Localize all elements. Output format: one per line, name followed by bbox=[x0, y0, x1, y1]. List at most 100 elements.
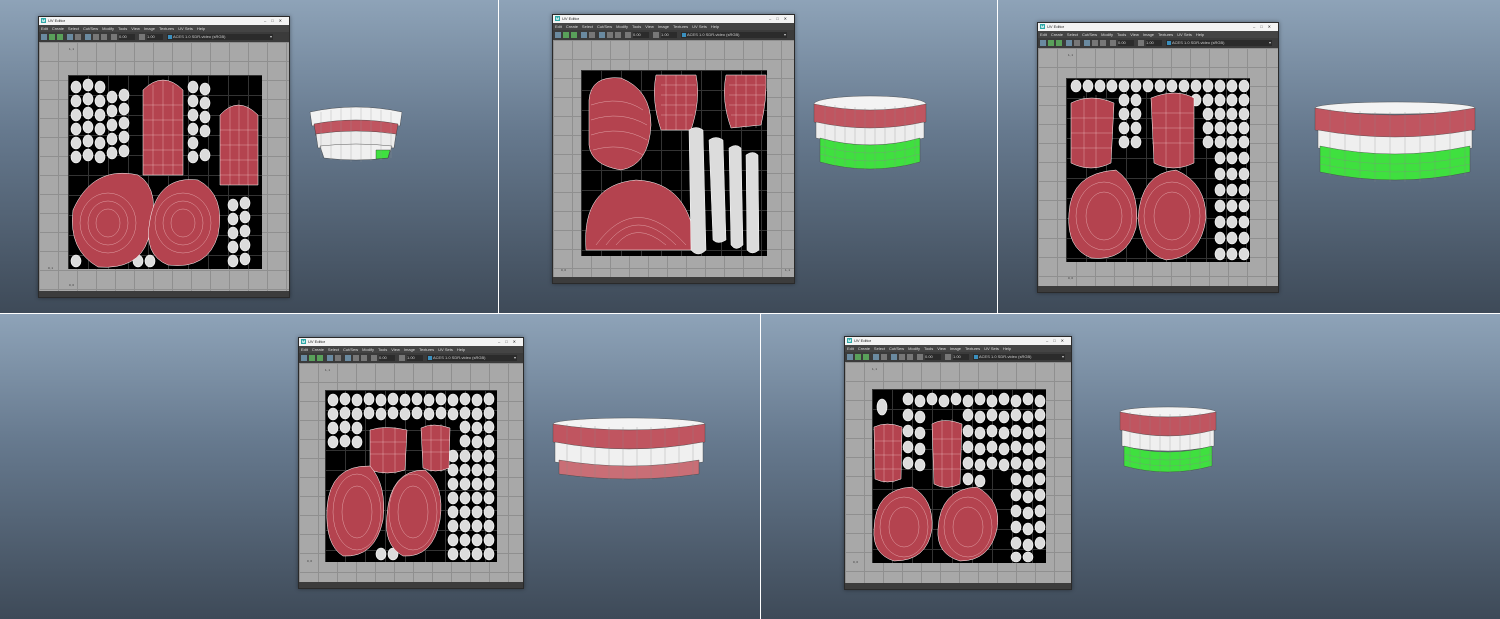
menu-select[interactable]: Select bbox=[68, 26, 79, 31]
mesh-preview-5[interactable] bbox=[1116, 406, 1220, 476]
menu-uv-sets[interactable]: UV Sets bbox=[1177, 32, 1192, 37]
menu-tools[interactable]: Tools bbox=[118, 26, 127, 31]
menu-edit[interactable]: Edit bbox=[1040, 32, 1047, 37]
snap-tool-icon[interactable] bbox=[599, 32, 605, 38]
grid-tool-icon[interactable] bbox=[335, 355, 341, 361]
title-bar[interactable]: M UV Editor –□✕ bbox=[1038, 23, 1278, 31]
menu-view[interactable]: View bbox=[391, 347, 400, 352]
menu-tools[interactable]: Tools bbox=[632, 24, 641, 29]
texture-tool-icon[interactable] bbox=[1048, 40, 1054, 46]
shaded-tool-icon[interactable] bbox=[57, 34, 63, 40]
display-tool-icon[interactable] bbox=[1066, 40, 1072, 46]
uv-viewport[interactable]: 1, 1 0, 0 bbox=[1038, 48, 1278, 286]
exposure-icon[interactable] bbox=[111, 34, 117, 40]
menu-edit[interactable]: Edit bbox=[41, 26, 48, 31]
title-bar[interactable]: M UV Editor –□✕ bbox=[299, 338, 523, 346]
colorspace-dropdown[interactable]: ACES 1.0 SDR-video (sRGB) bbox=[973, 354, 1065, 360]
uv-editor-window[interactable]: M UV Editor –□✕ Edit Create Select Cut/Sew M… bbox=[844, 336, 1072, 590]
menu-help[interactable]: Help bbox=[197, 26, 205, 31]
menu-image[interactable]: Image bbox=[658, 24, 669, 29]
refresh-tool-icon[interactable] bbox=[101, 34, 107, 40]
uv-tile[interactable] bbox=[581, 70, 767, 256]
texture-tool-icon[interactable] bbox=[309, 355, 315, 361]
isolate-tool-icon[interactable] bbox=[353, 355, 359, 361]
menu-modify[interactable]: Modify bbox=[1101, 32, 1113, 37]
menu-create[interactable]: Create bbox=[312, 347, 324, 352]
menu-textures[interactable]: Textures bbox=[159, 26, 174, 31]
menu-view[interactable]: View bbox=[1130, 32, 1139, 37]
isolate-tool-icon[interactable] bbox=[607, 32, 613, 38]
menu-create[interactable]: Create bbox=[52, 26, 64, 31]
colorspace-dropdown[interactable]: ACES 1.0 SDR-video (sRGB) bbox=[167, 34, 273, 40]
menu-cut-sew[interactable]: Cut/Sew bbox=[597, 24, 612, 29]
menu-edit[interactable]: Edit bbox=[555, 24, 562, 29]
uv-viewport[interactable]: 1, 1 0, 1 0, 0 bbox=[39, 42, 289, 291]
isolate-tool-icon[interactable] bbox=[899, 354, 905, 360]
menu-create[interactable]: Create bbox=[858, 346, 870, 351]
refresh-tool-icon[interactable] bbox=[615, 32, 621, 38]
menu-image[interactable]: Image bbox=[950, 346, 961, 351]
refresh-tool-icon[interactable] bbox=[361, 355, 367, 361]
colorspace-dropdown[interactable]: ACES 1.0 SDR-video (sRGB) bbox=[1166, 40, 1272, 46]
display-tool-icon[interactable] bbox=[873, 354, 879, 360]
menu-view[interactable]: View bbox=[937, 346, 946, 351]
menu-cut-sew[interactable]: Cut/Sew bbox=[889, 346, 904, 351]
gamma-icon[interactable] bbox=[653, 32, 659, 38]
shaded-tool-icon[interactable] bbox=[317, 355, 323, 361]
display-tool-icon[interactable] bbox=[327, 355, 333, 361]
menu-help[interactable]: Help bbox=[1196, 32, 1204, 37]
menu-help[interactable]: Help bbox=[457, 347, 465, 352]
texture-tool-icon[interactable] bbox=[563, 32, 569, 38]
uv-tool-icon[interactable] bbox=[555, 32, 561, 38]
uv-tool-icon[interactable] bbox=[847, 354, 853, 360]
window-controls[interactable]: –□✕ bbox=[769, 15, 792, 23]
uv-viewport[interactable]: 1, 1 0, 0 bbox=[845, 362, 1071, 583]
uv-tile[interactable] bbox=[68, 75, 262, 269]
menu-uv-sets[interactable]: UV Sets bbox=[984, 346, 999, 351]
exposure-icon[interactable] bbox=[1110, 40, 1116, 46]
gamma-field[interactable]: 1.00 bbox=[1146, 40, 1162, 46]
menu-textures[interactable]: Textures bbox=[965, 346, 980, 351]
colorspace-dropdown[interactable]: ACES 1.0 SDR-video (sRGB) bbox=[427, 355, 517, 361]
uv-editor-window[interactable]: M UV Editor –□✕ Edit Create Select Cut/Sew M… bbox=[38, 16, 290, 298]
menu-create[interactable]: Create bbox=[1051, 32, 1063, 37]
menu-view[interactable]: View bbox=[645, 24, 654, 29]
exposure-field[interactable]: 0.00 bbox=[925, 354, 941, 360]
uv-viewport[interactable]: 0, 0 1, 1 bbox=[553, 40, 794, 277]
display-tool-icon[interactable] bbox=[67, 34, 73, 40]
grid-tool-icon[interactable] bbox=[1074, 40, 1080, 46]
texture-tool-icon[interactable] bbox=[49, 34, 55, 40]
exposure-field[interactable]: 0.00 bbox=[379, 355, 395, 361]
uv-viewport[interactable]: 1, 1 0, 0 bbox=[299, 363, 523, 582]
isolate-tool-icon[interactable] bbox=[93, 34, 99, 40]
exposure-icon[interactable] bbox=[625, 32, 631, 38]
menu-select[interactable]: Select bbox=[582, 24, 593, 29]
isolate-tool-icon[interactable] bbox=[1092, 40, 1098, 46]
uv-tile[interactable] bbox=[872, 389, 1046, 563]
menu-help[interactable]: Help bbox=[711, 24, 719, 29]
menu-modify[interactable]: Modify bbox=[362, 347, 374, 352]
window-controls[interactable]: –□✕ bbox=[1253, 23, 1276, 31]
menu-image[interactable]: Image bbox=[1143, 32, 1154, 37]
colorspace-dropdown[interactable]: ACES 1.0 SDR-video (sRGB) bbox=[681, 32, 787, 38]
uv-editor-window[interactable]: M UV Editor –□✕ Edit Create Select Cut/Sew M… bbox=[1037, 22, 1279, 293]
window-controls[interactable]: –□✕ bbox=[498, 338, 521, 346]
grid-tool-icon[interactable] bbox=[881, 354, 887, 360]
display-tool-icon[interactable] bbox=[581, 32, 587, 38]
window-controls[interactable]: –□✕ bbox=[1046, 337, 1069, 345]
menu-select[interactable]: Select bbox=[874, 346, 885, 351]
mesh-preview-1[interactable] bbox=[306, 102, 406, 164]
menu-textures[interactable]: Textures bbox=[673, 24, 688, 29]
exposure-field[interactable]: 0.00 bbox=[1118, 40, 1134, 46]
menu-tools[interactable]: Tools bbox=[924, 346, 933, 351]
uv-editor-window[interactable]: M UV Editor –□✕ Edit Create Select Cut/Sew M… bbox=[552, 14, 795, 284]
menu-image[interactable]: Image bbox=[144, 26, 155, 31]
menu-edit[interactable]: Edit bbox=[301, 347, 308, 352]
menu-tools[interactable]: Tools bbox=[1117, 32, 1126, 37]
grid-tool-icon[interactable] bbox=[75, 34, 81, 40]
exposure-field[interactable]: 0.00 bbox=[119, 34, 135, 40]
menu-select[interactable]: Select bbox=[328, 347, 339, 352]
menu-uv-sets[interactable]: UV Sets bbox=[438, 347, 453, 352]
menu-textures[interactable]: Textures bbox=[419, 347, 434, 352]
texture-tool-icon[interactable] bbox=[855, 354, 861, 360]
